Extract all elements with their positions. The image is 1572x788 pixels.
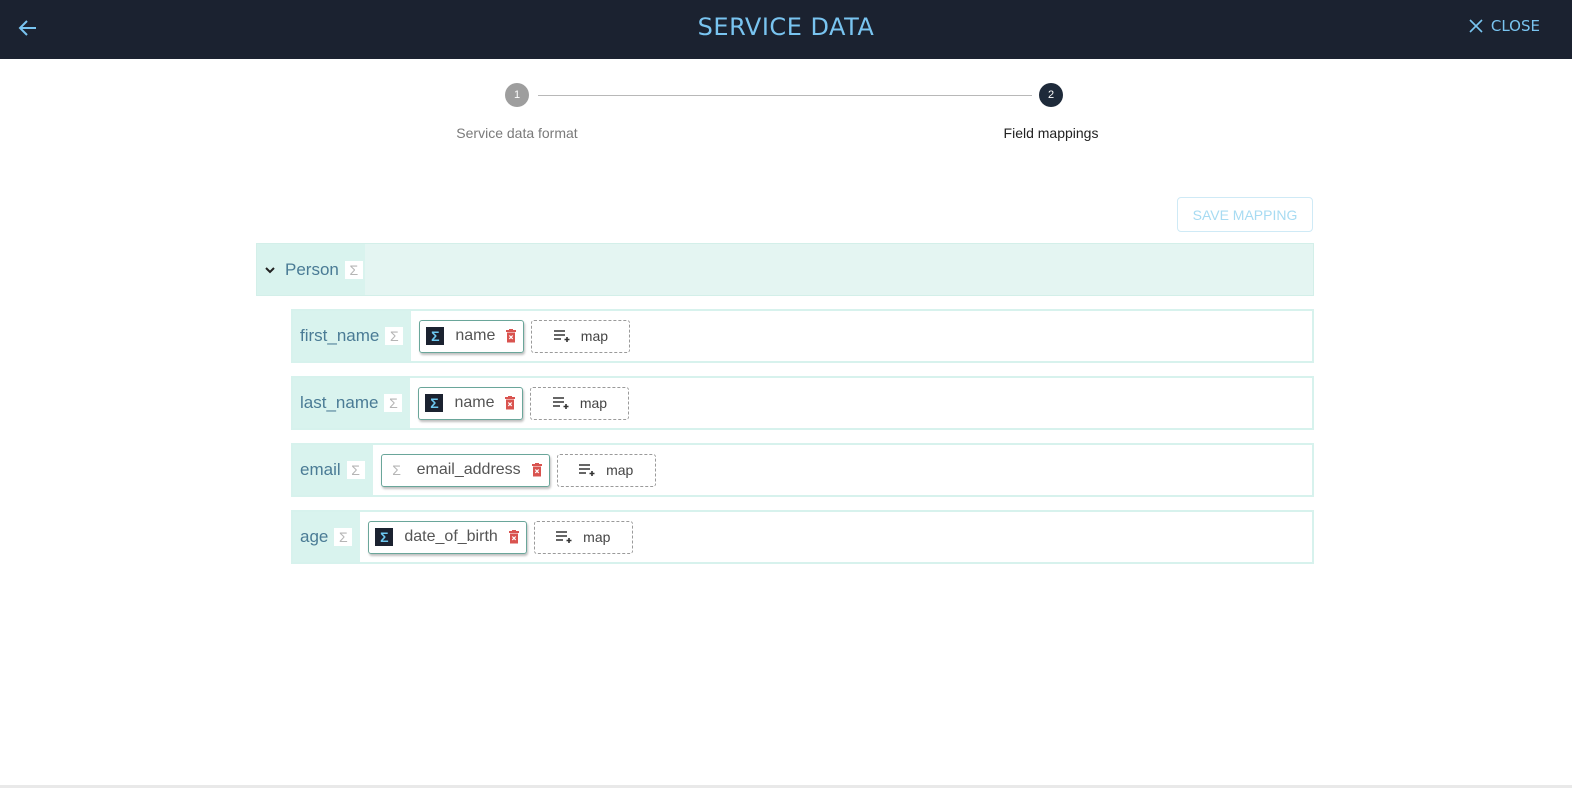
sigma-icon: Σ [334, 528, 353, 546]
add-map-button[interactable]: map [531, 319, 631, 353]
map-label: map [606, 462, 634, 478]
field-name: first_name [300, 326, 380, 345]
top-bar: SERVICE DATA CLOSE [0, 0, 1572, 59]
mapped-field-name: name [454, 394, 495, 411]
field-name: last_name [300, 393, 379, 412]
mapped-field-name: name [455, 327, 496, 344]
save-mapping-button[interactable]: SAVE MAPPING [1177, 197, 1313, 232]
sigma-icon: Σ [425, 394, 444, 412]
map-label: map [583, 529, 611, 545]
add-map-button[interactable]: map [530, 386, 630, 420]
field-name: email [300, 460, 341, 479]
close-label: CLOSE [1490, 17, 1540, 35]
step-connector [538, 95, 1032, 96]
field-name: age [300, 527, 329, 546]
step-2-circle[interactable]: 2 [1039, 83, 1063, 107]
field-head: email Σ [293, 445, 373, 495]
playlist-add-icon [579, 464, 595, 476]
page-title: SERVICE DATA [697, 13, 875, 41]
trash-icon[interactable] [504, 396, 516, 410]
step-1-label[interactable]: Service data format [407, 125, 627, 141]
mapped-field-chip[interactable]: Σ name [418, 386, 524, 420]
trash-icon[interactable] [505, 329, 517, 343]
map-label: map [579, 395, 608, 411]
sigma-icon: Σ [387, 461, 406, 479]
playlist-add-icon [552, 397, 569, 409]
sigma-icon: Σ [385, 327, 404, 345]
field-head: age Σ [293, 512, 361, 562]
trash-icon[interactable] [531, 463, 543, 477]
field-row-last-name: last_name Σ Σ name map [291, 376, 1314, 430]
sigma-icon: Σ [384, 394, 403, 412]
field-row-email: email Σ Σ email_address map [291, 443, 1314, 497]
parent-name: Person [285, 259, 339, 279]
chevron-down-icon[interactable] [263, 263, 277, 277]
field-head: last_name Σ [293, 378, 411, 428]
step-2-label[interactable]: Field mappings [941, 125, 1161, 141]
mapped-field-chip[interactable]: Σ date_of_birth [368, 520, 527, 554]
add-map-button[interactable]: map [556, 453, 656, 487]
mapped-field-chip[interactable]: Σ name [419, 319, 525, 353]
step-1-circle[interactable]: 1 [505, 83, 529, 107]
parent-row-person: Person Σ [256, 243, 1314, 296]
mapped-field-chip[interactable]: Σ email_address [380, 453, 550, 487]
add-map-button[interactable]: map [533, 520, 633, 554]
sigma-icon: Σ [375, 528, 394, 546]
sigma-icon: Σ [426, 327, 445, 345]
close-button[interactable]: CLOSE [1469, 17, 1540, 35]
field-row-first-name: first_name Σ Σ name map [291, 309, 1314, 363]
close-x-icon [1469, 19, 1483, 33]
sigma-icon: Σ [344, 260, 363, 279]
trash-icon[interactable] [508, 530, 520, 544]
mapped-field-name: date_of_birth [404, 528, 498, 545]
playlist-add-icon [556, 531, 572, 543]
parent-head: Person Σ [257, 244, 365, 295]
field-row-age: age Σ Σ date_of_birth map [291, 510, 1314, 564]
map-label: map [580, 328, 609, 344]
stepper: 1 2 Service data format Field mappings [0, 83, 1572, 153]
field-head: first_name Σ [293, 311, 412, 361]
playlist-add-icon [553, 330, 570, 342]
mapped-field-name: email_address [416, 461, 521, 478]
sigma-icon: Σ [346, 461, 365, 479]
